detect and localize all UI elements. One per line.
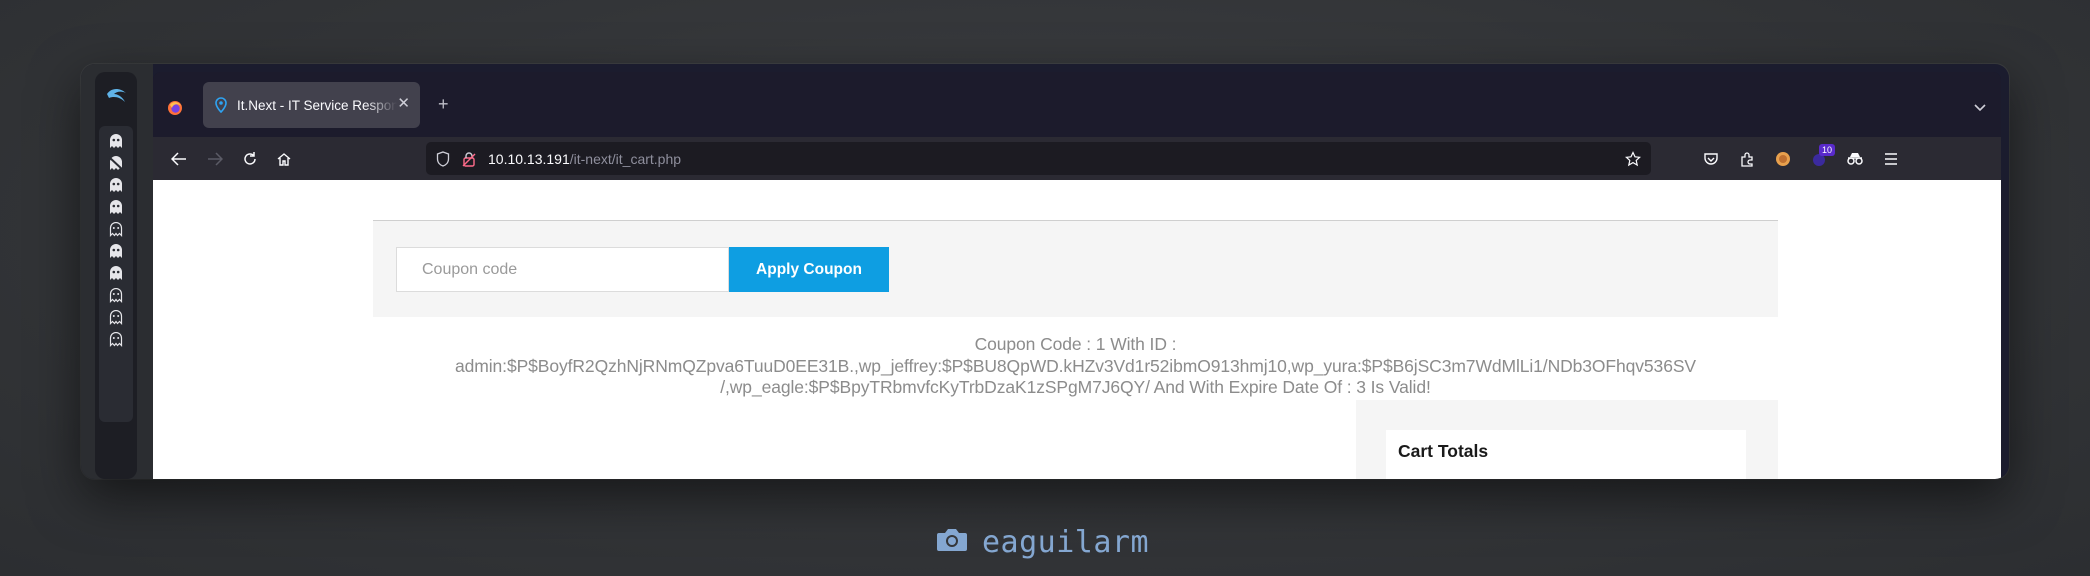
insecure-lock-icon[interactable] [462, 151, 476, 172]
firefox-icon[interactable] [167, 100, 183, 116]
bookmark-star-icon[interactable] [1625, 151, 1641, 172]
apply-coupon-button[interactable]: Apply Coupon [729, 247, 889, 292]
extension-badge-icon[interactable]: 10 [1809, 144, 1836, 169]
coupon-message-line-1: Coupon Code : 1 With ID : [974, 334, 1177, 354]
os-window: It.Next - IT Service Responsive ✕ + [81, 64, 2009, 479]
hamburger-menu-icon[interactable] [1881, 149, 1901, 169]
tab-active[interactable]: It.Next - IT Service Responsive ✕ [203, 82, 420, 128]
incognito-glasses-icon[interactable] [1845, 149, 1865, 169]
url-host: 10.10.13.191 [488, 151, 570, 167]
url-path: /it-next/it_cart.php [569, 151, 682, 167]
ghost-icon[interactable] [101, 242, 131, 260]
ghost-outline-icon[interactable] [101, 220, 131, 238]
coupon-code-input[interactable] [396, 247, 729, 292]
ghost-outline-icon[interactable] [101, 308, 131, 326]
url-text[interactable]: 10.10.13.191/it-next/it_cart.php [488, 151, 681, 167]
ghost-icon[interactable] [101, 198, 131, 216]
tab-bar: It.Next - IT Service Responsive ✕ + [153, 72, 2001, 137]
ghost-icon[interactable] [101, 176, 131, 194]
coupon-message-line-2: admin:$P$BoyfR2QzhNjRNmQZpva6TuuD0EE31B.… [455, 355, 1696, 376]
signature-text: eaguilarm [982, 524, 1150, 560]
pocket-icon[interactable] [1701, 149, 1721, 169]
camera-icon [936, 527, 968, 558]
navigation-toolbar: 10.10.13.191/it-next/it_cart.php 10 [153, 137, 2001, 180]
coupon-result-message: Coupon Code : 1 With ID : admin:$P$BoyfR… [393, 334, 1758, 399]
dock-panel [81, 64, 153, 479]
browser-window: It.Next - IT Service Responsive ✕ + [153, 72, 2001, 479]
coupon-message-line-3: /,wp_eagle:$P$BpyTRbmvfcKyTrbDzaK1zSPgM7… [720, 377, 1431, 397]
tab-title: It.Next - IT Service Responsive [237, 97, 397, 113]
ghost-icon[interactable] [101, 264, 131, 282]
profile-avatar-icon[interactable] [1773, 149, 1793, 169]
home-icon[interactable] [274, 149, 294, 169]
cart-totals-title: Cart Totals [1398, 441, 1489, 461]
extensions-puzzle-icon[interactable] [1737, 149, 1757, 169]
cart-totals-card: Cart Totals [1386, 430, 1746, 479]
kali-dragon-icon[interactable] [105, 84, 129, 106]
dock-bar [95, 72, 137, 479]
cart-totals-panel: Cart Totals [1356, 400, 1778, 479]
chevron-down-icon[interactable] [1973, 100, 1987, 118]
tracking-shield-icon[interactable] [436, 151, 450, 172]
page-content: Apply Coupon Coupon Code : 1 With ID : a… [153, 180, 2001, 479]
forward-arrow-icon[interactable] [205, 149, 225, 169]
close-tab-icon[interactable]: ✕ [397, 96, 410, 112]
ghost-outline-icon[interactable] [101, 330, 131, 348]
location-pin-icon [215, 97, 229, 113]
screenshot-signature: eaguilarm [936, 522, 1149, 562]
back-arrow-icon[interactable] [169, 149, 189, 169]
ghost-slashed-icon[interactable] [101, 154, 131, 172]
new-tab-icon[interactable]: + [438, 94, 449, 115]
extension-badge-count: 10 [1819, 144, 1836, 156]
coupon-section: Apply Coupon [373, 221, 1778, 317]
reload-icon[interactable] [240, 149, 260, 169]
ghost-icon[interactable] [101, 132, 131, 150]
address-bar[interactable]: 10.10.13.191/it-next/it_cart.php [426, 142, 1651, 175]
ghost-outline-icon[interactable] [101, 286, 131, 304]
